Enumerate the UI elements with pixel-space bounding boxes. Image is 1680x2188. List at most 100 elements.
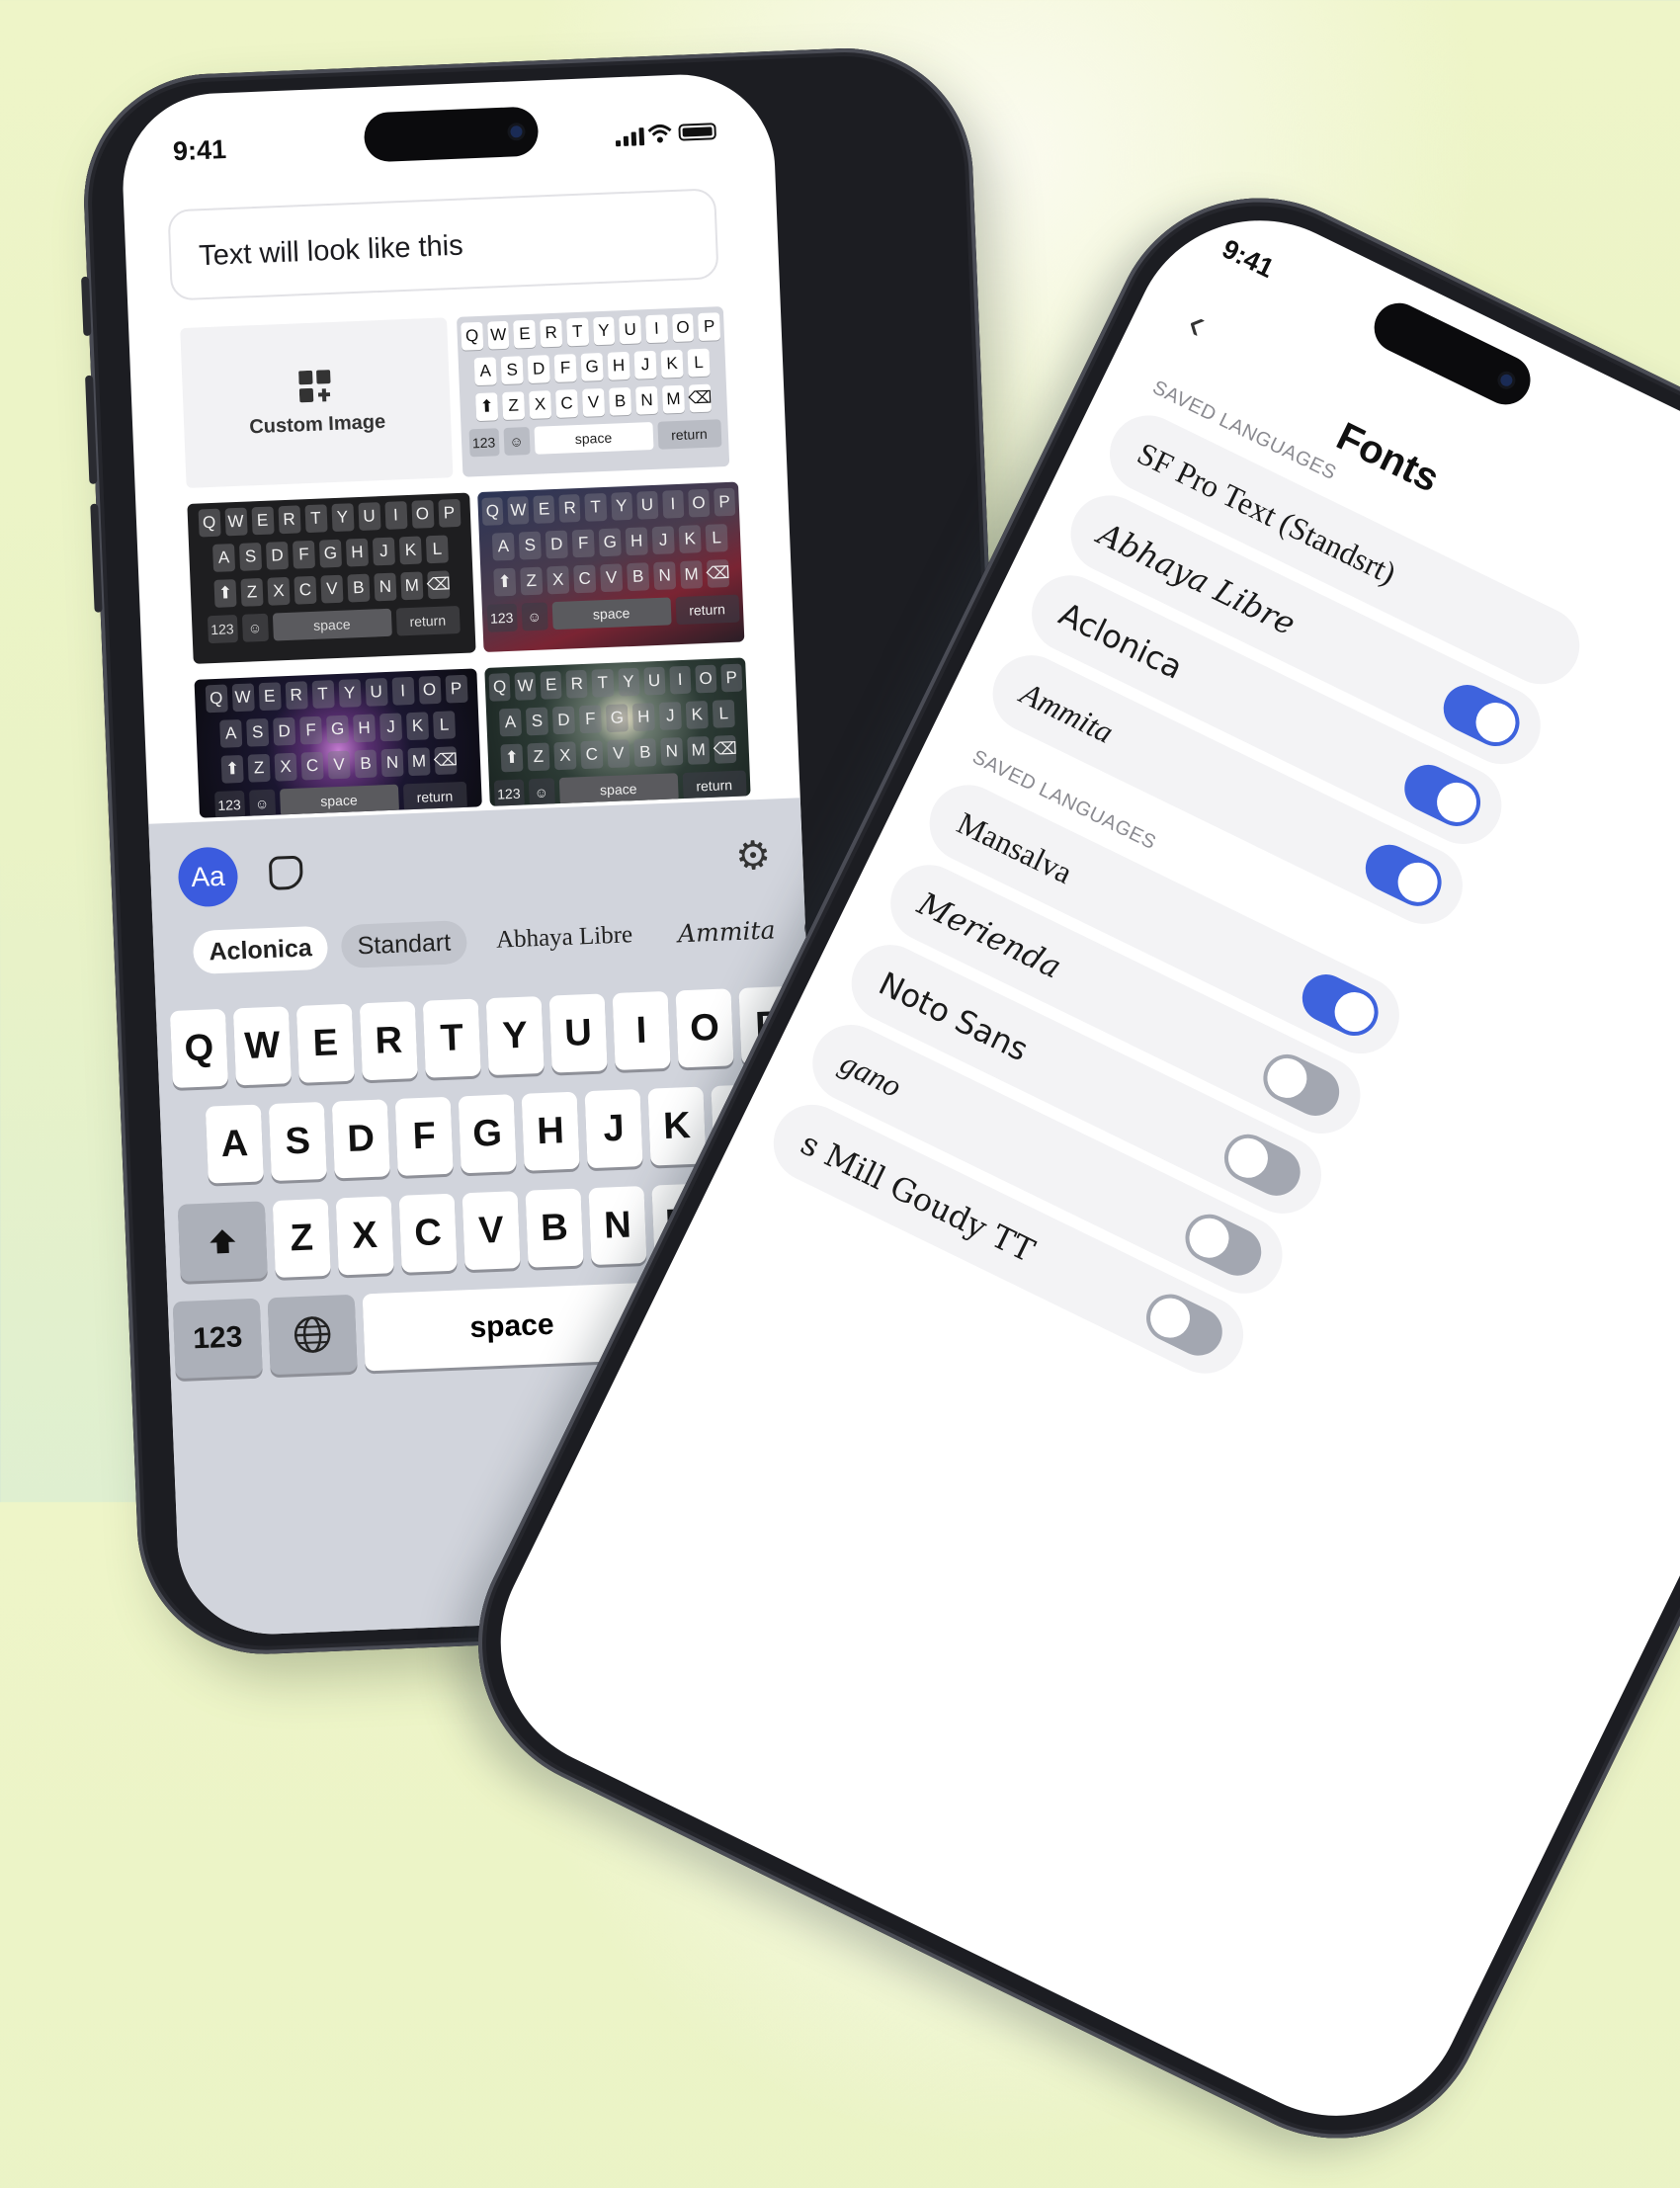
mini-key: U [635,490,659,520]
font-toggle[interactable] [1435,676,1528,755]
theme-tile-light[interactable]: Q W E R T Y U I O P A S D F G H J K L ⬆ Z X C V B N M ⌫ 123 ☺ space ret… [456,306,730,477]
font-style-button[interactable]: Aa [177,846,239,908]
key-u[interactable]: U [548,993,608,1073]
mini-key: V [607,739,630,769]
custom-image-label: Custom Image [248,410,386,438]
mini-emoji-icon: ☺ [241,613,269,642]
mini-key: Z [520,566,544,596]
sticker-icon[interactable] [268,855,304,890]
font-toggle[interactable] [1137,1286,1230,1364]
mini-key: O [695,664,717,694]
key-t[interactable]: T [422,998,481,1078]
shift-icon [210,1229,236,1254]
mini-key: V [327,750,351,780]
key-a[interactable]: A [205,1104,264,1184]
key-o[interactable]: O [675,988,734,1068]
mini-key: P [445,674,468,704]
key-f[interactable]: F [394,1096,454,1176]
key-k[interactable]: K [647,1086,707,1166]
mini-key: M [687,735,711,765]
key-q[interactable]: Q [169,1008,229,1089]
key-z[interactable]: Z [272,1198,331,1278]
key-s[interactable]: S [268,1101,327,1182]
mini-emoji-icon: ☺ [528,778,555,806]
mini-key: I [383,501,408,530]
dynamic-island [363,106,540,163]
mini-key: E [251,506,275,536]
mini-key: Z [502,391,526,421]
key-v[interactable]: V [462,1191,521,1271]
mini-key: F [553,354,577,382]
theme-tile-mountain[interactable]: Q W E R T Y U I O P A S D F G H J K L ⬆ Z X C V B N M ⌫ 123 ☺ space ret… [477,481,745,653]
mini-key: L [425,535,449,564]
mini-key: S [518,531,542,560]
mini-key: L [705,524,728,552]
theme-tile-galaxy[interactable]: Q W E R T Y U I O P A S D F G H J K L ⬆ Z X C V B N M ⌫ 123 ☺ space ret… [194,668,482,818]
theme-tile-dark[interactable]: Q W E R T Y U I O P A S D F G H J K L ⬆ Z X C V B N M ⌫ 123 ☺ space ret… [187,492,476,664]
mini-key: B [354,749,378,779]
numbers-key[interactable]: 123 [172,1298,263,1380]
font-toggle[interactable] [1294,966,1386,1045]
mini-key: P [698,312,721,342]
font-chip-abhaya-libre[interactable]: Abhaya Libre [479,913,649,964]
key-n[interactable]: N [588,1185,647,1266]
key-r[interactable]: R [359,1001,418,1081]
mini-key: G [605,704,629,733]
mini-space-key: space [551,597,672,631]
font-chip-standart[interactable]: Standart [340,919,467,969]
font-chip-aclonica[interactable]: Aclonica [192,925,329,975]
wifi-icon [647,124,672,143]
custom-image-tile[interactable]: Custom Image [180,317,454,488]
key-e[interactable]: E [295,1003,355,1083]
mini-return-key: return [395,606,461,636]
mini-space-key: space [279,784,399,817]
mini-key: U [642,666,666,696]
mini-key: R [558,494,581,523]
mini-return-key: return [656,419,721,450]
mini-key: N [660,737,684,766]
mini-key: X [553,741,577,771]
key-d[interactable]: D [331,1099,390,1179]
theme-tile-lotus[interactable]: Q W E R T Y U I O P A S D F G H J K L ⬆ Z X C V B N M ⌫ 123 ☺ space ret… [484,657,751,806]
key-y[interactable]: Y [485,995,545,1076]
mini-key: Z [240,577,264,607]
mini-delete-icon: ⌫ [706,559,730,588]
shift-key[interactable] [177,1201,268,1282]
mini-key: Z [527,742,550,772]
key-i[interactable]: I [612,990,671,1071]
mini-return-key: return [675,594,740,626]
mini-key: T [303,504,328,534]
font-toggle[interactable] [1255,1046,1348,1125]
mini-key: S [500,356,524,385]
mini-key: D [545,530,568,559]
back-chevron-icon[interactable]: ‹ [1180,298,1215,349]
font-toggle[interactable] [1396,756,1489,835]
status-time: 9:41 [172,134,227,167]
font-toggle[interactable] [1357,836,1450,914]
mini-keyboard: Q W E R T Y U I O P A S D F G H J K L ⬆ Z X C V B N M ⌫ 123 ☺ space ret… [477,482,744,652]
mini-key: H [625,527,648,556]
key-h[interactable]: H [521,1091,580,1171]
preview-field[interactable]: Text will look like this [167,188,719,301]
font-toggle[interactable] [1177,1206,1270,1284]
key-w[interactable]: W [232,1006,292,1086]
battery-icon [678,123,716,141]
mini-key: M [407,747,431,777]
font-chip-ammita[interactable]: Ammita [661,907,792,956]
mini-key: L [712,699,735,728]
mini-keyboard: Q W E R T Y U I O P A S D F G H J K L ⬆ Z X C V B N M ⌫ 123 ☺ space ret… [187,492,475,663]
key-c[interactable]: C [398,1193,458,1273]
key-x[interactable]: X [335,1196,394,1276]
gear-icon[interactable]: ⚙ [734,833,772,880]
key-g[interactable]: G [458,1094,517,1174]
key-b[interactable]: B [525,1188,584,1268]
key-row-1: QWERTYUIOP [156,985,811,1089]
mini-key: N [653,561,677,591]
mini-key: M [661,384,686,414]
key-j[interactable]: J [584,1089,643,1169]
font-name: Ammita [1015,674,1120,750]
mini-key: W [507,496,530,525]
mini-key: P [720,663,743,693]
globe-key[interactable] [267,1294,358,1376]
font-toggle[interactable] [1216,1126,1308,1204]
